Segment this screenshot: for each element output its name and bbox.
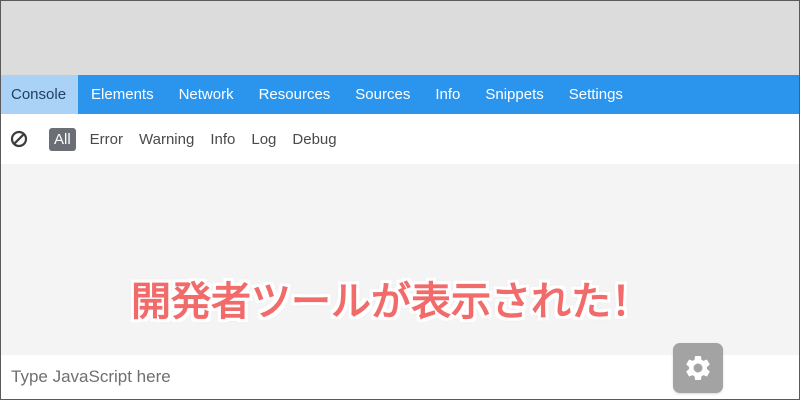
- tab-settings[interactable]: Settings: [556, 75, 635, 114]
- prohibited-icon: [10, 130, 28, 148]
- tab-sources[interactable]: Sources: [342, 75, 422, 114]
- clear-console-icon[interactable]: [10, 130, 28, 148]
- filter-error[interactable]: Error: [84, 128, 129, 151]
- tab-network[interactable]: Network: [166, 75, 246, 114]
- tab-resources[interactable]: Resources: [246, 75, 343, 114]
- javascript-input[interactable]: [1, 355, 641, 399]
- tab-snippets[interactable]: Snippets: [472, 75, 555, 114]
- filter-all[interactable]: All: [49, 127, 76, 151]
- annotation-caption: 開発者ツールが表示された！: [131, 279, 651, 325]
- devtools-window: Console Elements Network Resources Sourc…: [0, 0, 800, 400]
- settings-button[interactable]: [673, 343, 723, 393]
- tab-elements[interactable]: Elements: [78, 75, 166, 114]
- filter-log[interactable]: Log: [245, 128, 282, 151]
- filter-info[interactable]: Info: [204, 128, 241, 151]
- gear-icon: [686, 355, 710, 380]
- page-viewport: [1, 1, 799, 75]
- filter-warning[interactable]: Warning: [133, 128, 200, 151]
- tab-console[interactable]: Console: [1, 75, 79, 114]
- filter-debug[interactable]: Debug: [286, 128, 342, 151]
- tab-info[interactable]: Info: [422, 75, 472, 114]
- devtools-tab-bar: Console Elements Network Resources Sourc…: [1, 75, 799, 114]
- console-filter-bar: All Error Warning Info Log Debug: [1, 114, 799, 164]
